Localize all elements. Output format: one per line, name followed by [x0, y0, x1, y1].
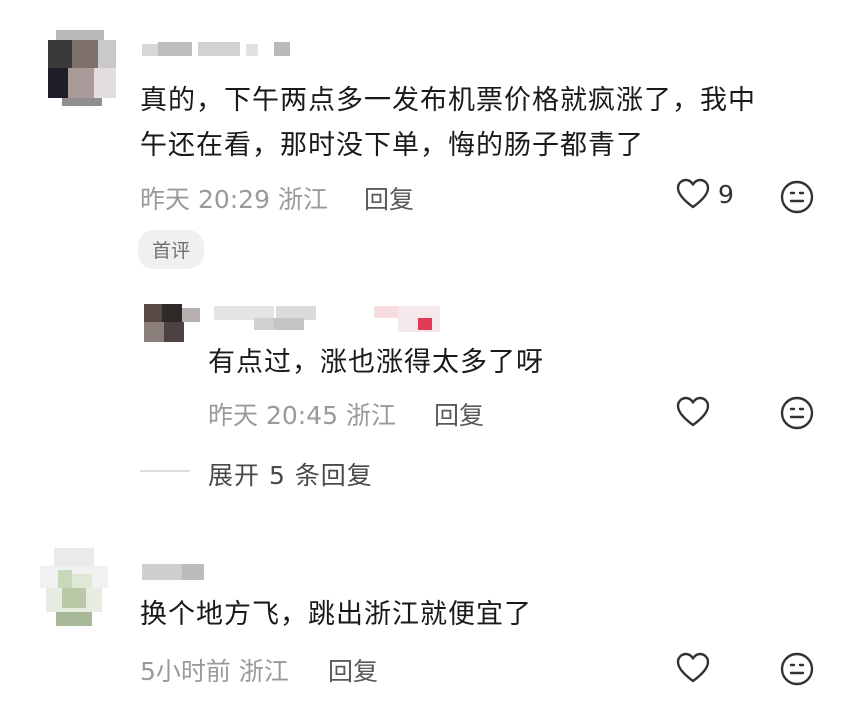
location: 浙江: [277, 185, 328, 214]
emoji-icon[interactable]: [780, 652, 814, 686]
username[interactable]: [142, 40, 292, 60]
timestamp: 昨天 20:45: [208, 401, 338, 430]
first-comment-badge: 首评: [138, 230, 205, 269]
comment-text-line-2: 午还在看，那时没下单，悔的肠子都青了: [140, 130, 644, 161]
like-count: 9: [718, 179, 734, 209]
avatar[interactable]: [44, 30, 116, 106]
timestamp: 5小时前: [140, 657, 231, 686]
reply-button[interactable]: 回复: [434, 396, 484, 432]
reply-text: 有点过，涨也涨得太多了呀: [208, 347, 544, 378]
like-button[interactable]: 9: [676, 178, 734, 210]
location: 浙江: [238, 657, 289, 686]
emoji-icon[interactable]: [780, 180, 814, 214]
username[interactable]: [142, 564, 212, 584]
timestamp: 昨天 20:29: [140, 185, 270, 214]
username[interactable]: [214, 304, 454, 334]
heart-icon[interactable]: [676, 396, 710, 428]
avatar[interactable]: [38, 548, 110, 628]
heart-icon[interactable]: [676, 652, 710, 684]
reply-time: 昨天 20:45 浙江: [208, 396, 396, 432]
emoji-icon[interactable]: [780, 396, 814, 430]
comment-text-line-1: 真的，下午两点多一发布机票价格就疯涨了，我中: [140, 85, 756, 116]
reply-button[interactable]: 回复: [364, 180, 414, 216]
avatar[interactable]: [144, 304, 200, 344]
comment-text: 换个地方飞，跳出浙江就便宜了: [140, 599, 532, 630]
comment-time: 昨天 20:29 浙江: [140, 180, 328, 216]
reply-button[interactable]: 回复: [328, 652, 378, 688]
comment-time: 5小时前 浙江: [140, 652, 289, 688]
expand-divider: [140, 470, 190, 472]
location: 浙江: [345, 401, 396, 430]
heart-icon[interactable]: [676, 178, 710, 210]
expand-replies-button[interactable]: 展开 5 条回复: [208, 456, 373, 492]
